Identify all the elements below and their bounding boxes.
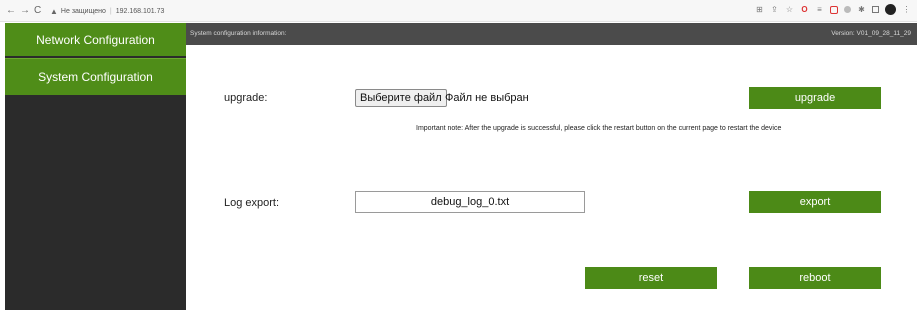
file-status-text: Файл не выбран [445, 92, 529, 104]
extensions-bar: ⊞ ⇪ ☆ O ≡ ✱ ⋮ [755, 4, 911, 15]
url-text: 192.168.101.73 [115, 7, 165, 15]
sidebar-item-network-configuration[interactable]: Network Configuration [5, 23, 186, 56]
share-icon[interactable]: ⇪ [770, 5, 779, 14]
header-info-text: System configuration information: [190, 30, 287, 37]
back-icon[interactable]: ← [6, 4, 16, 18]
address-separator: | [109, 7, 112, 15]
security-status: Не защищено [60, 7, 106, 15]
menu-icon[interactable]: ⋮ [902, 5, 911, 14]
log-export-label: Log export: [224, 197, 280, 209]
forward-icon[interactable]: → [20, 4, 30, 18]
sidebar: Network Configuration System Configurati… [5, 23, 186, 310]
window-icon[interactable] [872, 6, 879, 13]
sidebar-item-label: Network Configuration [36, 32, 155, 47]
choose-file-button[interactable]: Выберите файл [355, 89, 447, 107]
bookmark-star-icon[interactable]: ☆ [785, 5, 794, 14]
red-extension-icon[interactable] [830, 5, 838, 14]
reset-button[interactable]: reset [585, 267, 717, 289]
profile-avatar-icon[interactable] [885, 4, 896, 15]
reboot-button[interactable]: reboot [749, 267, 881, 289]
reload-icon[interactable]: C [34, 4, 41, 18]
upgrade-button[interactable]: upgrade [749, 87, 881, 109]
warning-icon: ▲ [50, 6, 58, 16]
browser-toolbar: ← → C ▲ Не защищено | 192.168.101.73 ⊞ ⇪… [0, 0, 917, 22]
puzzle-icon[interactable]: ✱ [857, 5, 866, 14]
export-button[interactable]: export [749, 191, 881, 213]
upgrade-note: Important note: After the upgrade is suc… [416, 125, 782, 132]
opera-extension-icon[interactable]: O [800, 5, 809, 14]
content-header: System configuration information: Versio… [186, 23, 917, 45]
log-filename-field[interactable]: debug_log_0.txt [355, 191, 585, 213]
extension-icon[interactable]: ≡ [815, 5, 824, 14]
address-bar[interactable]: ▲ Не защищено | 192.168.101.73 [50, 4, 164, 18]
sidebar-item-label: System Configuration [38, 70, 153, 84]
sidebar-item-system-configuration[interactable]: System Configuration [5, 58, 186, 95]
circle-extension-icon[interactable] [844, 6, 851, 13]
version-text: Version: V01_09_28_11_29 [831, 30, 911, 37]
upgrade-label: upgrade: [224, 92, 268, 104]
translate-icon[interactable]: ⊞ [755, 5, 764, 14]
